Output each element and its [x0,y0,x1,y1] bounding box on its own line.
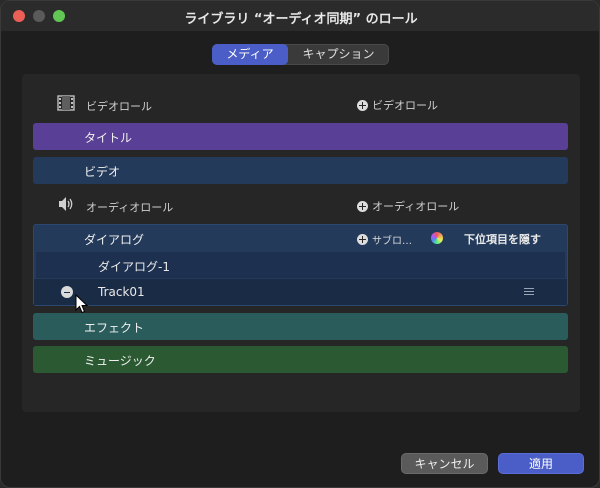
video-roles-header: ビデオロール ビデオロール [1,94,599,116]
subrole-dialogue-1[interactable]: ダイアログ-1 [36,252,565,278]
film-icon [57,95,75,111]
subrole-label: Track01 [98,285,145,299]
tab-media[interactable]: メディア [212,44,288,65]
apply-button[interactable]: 適用 [498,453,584,474]
role-label: ダイアログ [84,233,145,247]
role-label: タイトル [84,131,133,145]
title-bar: ライブラリ “オーディオ同期” のロール [1,1,599,31]
add-video-role-button[interactable]: ビデオロール [357,97,438,113]
audio-roles-header: オーディオロール オーディオロール [1,195,599,217]
role-color-picker-icon[interactable] [431,232,443,244]
plus-circle-icon [357,200,368,212]
media-caption-segmented-control: メディア キャプション [212,44,389,65]
role-music[interactable]: ミュージック [33,346,568,373]
add-video-role-label: ビデオロール [372,99,438,112]
hide-subroles-button[interactable]: 下位項目を隠す [464,231,541,247]
role-dialogue[interactable]: ダイアログ サブロ… 下位項目を隠す [34,225,567,251]
role-label: エフェクト [84,321,145,335]
add-subrole-label: サブロ… [372,236,412,247]
role-dialogue-group: ダイアログ サブロ… 下位項目を隠す ダイアログ-1 Track01 [33,224,568,306]
add-subrole-button[interactable]: サブロ… [357,232,412,247]
plus-circle-icon [357,234,368,245]
video-roles-label: ビデオロール [86,100,152,113]
speaker-icon [59,197,73,211]
roles-window: ライブラリ “オーディオ同期” のロール メディア キャプション ビデオロール … [0,0,600,488]
role-effects[interactable]: エフェクト [33,313,568,340]
cancel-button[interactable]: キャンセル [401,453,488,474]
window-title: ライブラリ “オーディオ同期” のロール [184,12,418,27]
role-titles[interactable]: タイトル [33,123,568,150]
role-label: ビデオ [84,165,121,179]
mouse-cursor-icon [75,294,89,314]
subrole-label: ダイアログ-1 [98,260,170,274]
role-label: ミュージック [84,354,156,368]
subrole-track01[interactable]: Track01 [34,279,567,305]
role-video[interactable]: ビデオ [33,157,568,184]
add-audio-role-label: オーディオロール [372,200,460,213]
audio-roles-label: オーディオロール [86,201,174,214]
tab-captions[interactable]: キャプション [288,44,389,65]
drag-handle-icon[interactable] [524,288,534,296]
plus-circle-icon [357,99,368,111]
add-audio-role-button[interactable]: オーディオロール [357,198,459,214]
remove-subrole-icon[interactable] [61,286,73,298]
